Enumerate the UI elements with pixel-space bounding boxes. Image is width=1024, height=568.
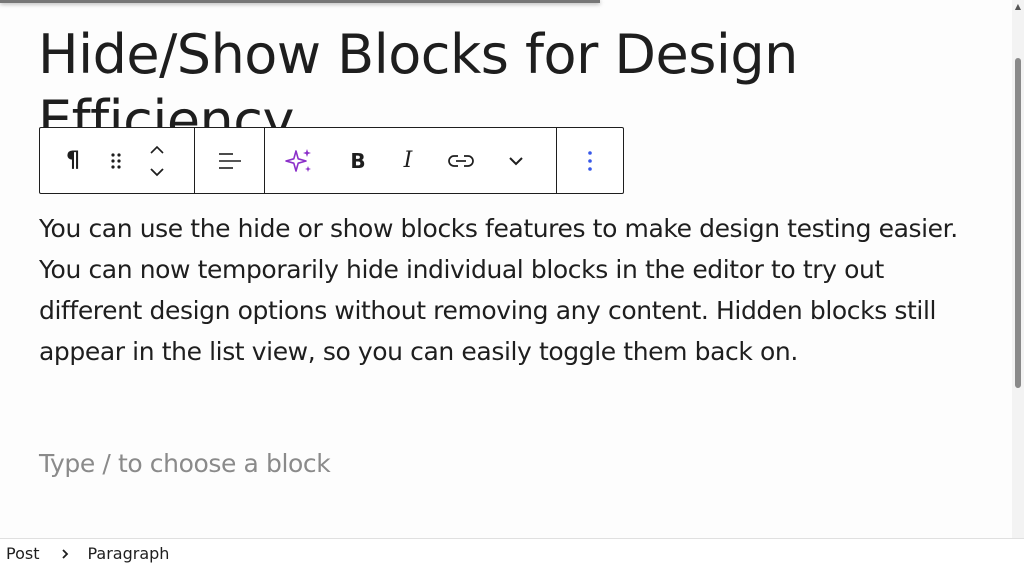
block-toolbar-group-format: B I <box>265 128 557 193</box>
block-breadcrumb: Post Paragraph <box>0 538 1024 568</box>
title-clip: Hide/Show Blocks for Design Efficiency <box>0 0 1012 128</box>
chevron-right-icon <box>61 548 69 560</box>
drag-handle-button[interactable] <box>106 128 126 193</box>
italic-icon: I <box>403 148 413 173</box>
drag-handle-icon <box>111 152 121 169</box>
move-down-button[interactable] <box>142 161 172 183</box>
editor-canvas: Hide/Show Blocks for Design Efficiency ¶ <box>0 0 1024 538</box>
bold-icon: B <box>350 148 366 173</box>
paragraph-block[interactable]: You can use the hide or show blocks feat… <box>39 208 969 372</box>
block-toolbar-group-type: ¶ <box>40 128 195 193</box>
block-toolbar-group-align <box>195 128 265 193</box>
options-button[interactable] <box>557 128 623 193</box>
align-button[interactable] <box>195 128 264 193</box>
chevron-down-icon <box>150 167 164 176</box>
block-type-button[interactable]: ¶ <box>40 128 106 193</box>
block-toolbar: ¶ B I <box>39 127 624 194</box>
more-vertical-icon <box>588 150 592 171</box>
bold-button[interactable]: B <box>333 128 383 193</box>
block-appender-placeholder[interactable]: Type / to choose a block <box>39 443 331 484</box>
move-up-button[interactable] <box>142 139 172 161</box>
breadcrumb-post[interactable]: Post <box>6 544 39 563</box>
paragraph-icon: ¶ <box>66 148 80 173</box>
chevron-down-icon <box>508 156 523 165</box>
italic-button[interactable]: I <box>383 128 433 193</box>
scroll-up-icon[interactable]: ▲ <box>1014 3 1022 11</box>
ai-assistant-button[interactable] <box>265 128 333 193</box>
more-formatting-button[interactable] <box>488 128 543 193</box>
breadcrumb-paragraph[interactable]: Paragraph <box>87 544 169 563</box>
block-toolbar-group-options <box>557 128 623 193</box>
align-left-icon <box>218 152 241 169</box>
post-title[interactable]: Hide/Show Blocks for Design Efficiency <box>38 22 998 128</box>
move-buttons <box>126 128 188 193</box>
sparkle-icon <box>285 148 311 172</box>
chevron-up-icon <box>150 145 164 154</box>
link-button[interactable] <box>433 128 488 193</box>
vertical-scrollbar[interactable]: ▲ <box>1012 0 1024 538</box>
scrollbar-thumb[interactable] <box>1015 58 1021 388</box>
link-icon <box>447 154 474 167</box>
